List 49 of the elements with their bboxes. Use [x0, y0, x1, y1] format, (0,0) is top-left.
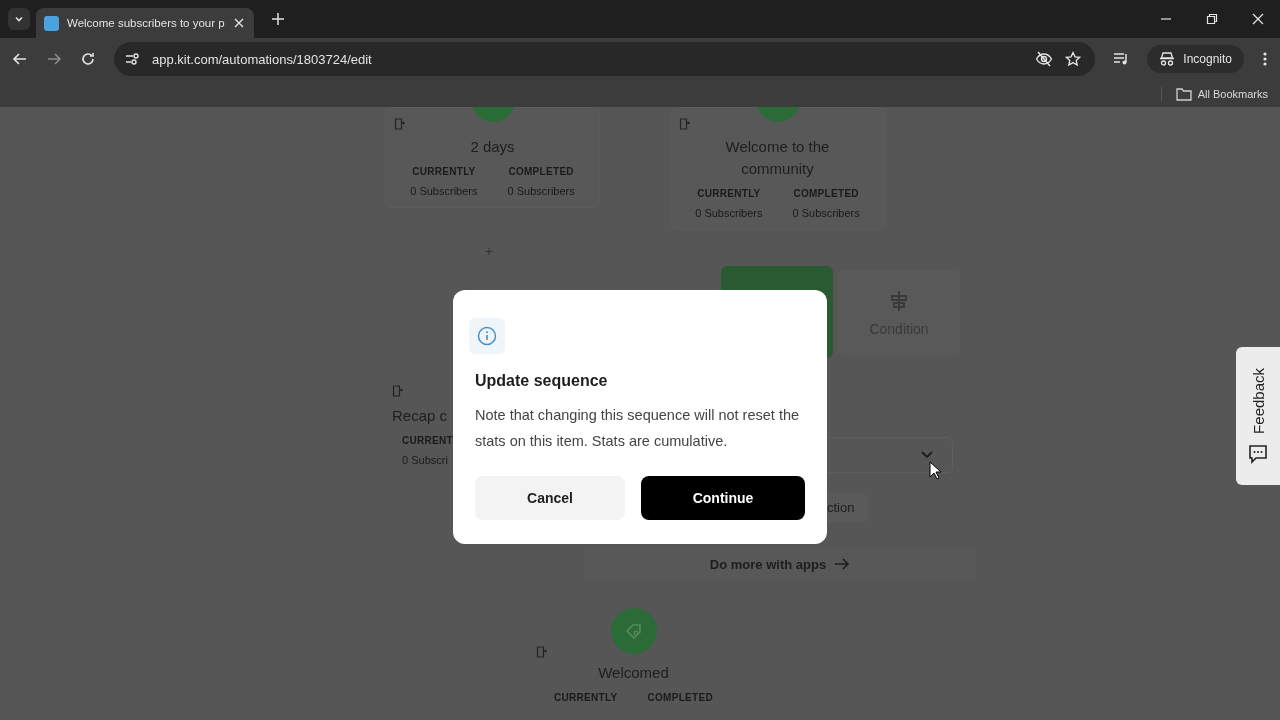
step-title: Welcomed: [598, 663, 669, 683]
document-icon: [394, 118, 406, 130]
continue-button[interactable]: Continue: [641, 476, 805, 520]
tag-badge-icon: [610, 608, 657, 654]
close-icon[interactable]: [234, 18, 244, 28]
star-icon[interactable]: [1065, 51, 1082, 67]
plus-icon[interactable]: [272, 13, 284, 25]
media-queue-icon[interactable]: [1113, 51, 1130, 67]
site-settings-icon[interactable]: [124, 51, 140, 67]
step-title: Welcome to the community: [724, 137, 831, 179]
stat-value: 0 Subscribers: [792, 207, 860, 219]
stat-label: COMPLETED: [647, 692, 713, 703]
browser-tab[interactable]: Welcome subscribers to your p: [36, 8, 254, 38]
tab-title: Welcome subscribers to your p: [67, 17, 226, 29]
url-text: app.kit.com/automations/1803724/edit: [152, 51, 372, 67]
info-icon: [469, 318, 505, 354]
stat-label: CURRENT: [402, 435, 453, 446]
feedback-tab[interactable]: Feedback: [1236, 347, 1280, 485]
incognito-button[interactable]: Incognito: [1147, 45, 1244, 73]
stat-label: COMPLETED: [793, 188, 859, 199]
restore-icon[interactable]: [1206, 13, 1218, 25]
step-title: Recap c: [392, 406, 448, 426]
forward-arrow-icon[interactable]: [46, 51, 62, 67]
cancel-button[interactable]: Cancel: [475, 476, 625, 520]
stat-value: 0 Subscribers: [507, 185, 575, 197]
mouse-cursor-icon: [929, 461, 942, 480]
document-icon: [536, 646, 548, 658]
stat-label: COMPLETED: [508, 166, 574, 177]
dialog-message: Note that changing this sequence will not reset the stats on this item. Stats are cumulative.: [475, 406, 801, 451]
stat-label: CURRENTLY: [697, 188, 761, 199]
more-menu-icon[interactable]: [1262, 51, 1268, 67]
step-title: 2 days: [470, 137, 515, 157]
document-icon: [392, 385, 404, 397]
back-arrow-icon[interactable]: [12, 51, 28, 67]
tab-search-button[interactable]: [8, 8, 30, 30]
address-bar[interactable]: app.kit.com/automations/1803724/edit: [114, 42, 1096, 76]
stat-label: CURRENTLY: [412, 166, 476, 177]
dialog-title: Update sequence: [475, 372, 609, 390]
all-bookmarks-button[interactable]: All Bookmarks: [1160, 86, 1268, 101]
chevron-down-icon: [920, 450, 934, 460]
incognito-icon: [1159, 51, 1176, 67]
chat-icon: [1248, 443, 1268, 464]
reload-icon[interactable]: [80, 51, 96, 67]
stat-label: CURRENTLY: [554, 692, 618, 703]
eye-slash-icon[interactable]: [1035, 50, 1054, 68]
arrow-right-icon: [834, 557, 851, 571]
close-icon[interactable]: [1252, 13, 1264, 25]
folder-icon: [1175, 86, 1192, 101]
document-icon: [679, 118, 691, 130]
